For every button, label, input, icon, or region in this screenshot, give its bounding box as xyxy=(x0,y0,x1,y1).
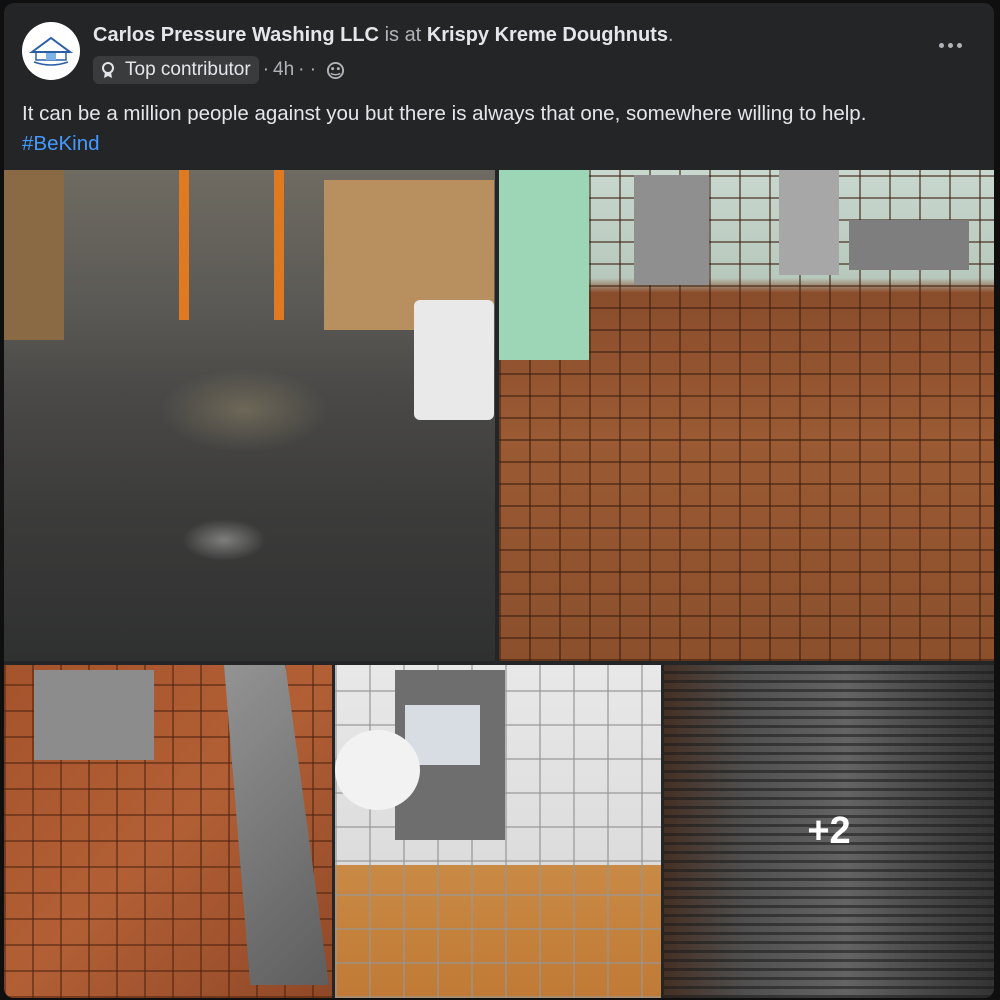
post-meta: Top contributor · 4h · · xyxy=(93,56,345,84)
meta-separator-2: · · xyxy=(298,59,317,80)
post-title-line: Carlos Pressure Washing LLC is at Krispy… xyxy=(93,24,674,47)
post-time[interactable]: 4h xyxy=(273,59,294,81)
post-card: Carlos Pressure Washing LLC is at Krispy… xyxy=(4,3,994,998)
post-header: Carlos Pressure Washing LLC is at Krispy… xyxy=(4,3,994,93)
author-name[interactable]: Carlos Pressure Washing LLC xyxy=(93,24,379,46)
photo-equipment-tile[interactable] xyxy=(4,665,332,998)
globe-icon[interactable] xyxy=(326,61,345,80)
badge-label: Top contributor xyxy=(125,59,251,80)
photo-white-tile-wall[interactable] xyxy=(335,665,661,998)
top-contributor-icon xyxy=(102,62,114,78)
photo-warehouse-floor[interactable] xyxy=(4,170,495,661)
place-name[interactable]: Krispy Kreme Doughnuts xyxy=(427,24,668,46)
hashtag-link[interactable]: #BeKind xyxy=(22,129,982,159)
more-options-icon[interactable] xyxy=(934,33,966,57)
connector-text: is at xyxy=(384,24,422,46)
post-body: It can be a million people against you b… xyxy=(22,102,867,125)
meta-separator: · xyxy=(262,59,270,80)
title-period: . xyxy=(667,24,674,46)
more-photos-overlay[interactable]: +2 xyxy=(664,665,994,998)
top-contributor-badge[interactable]: Top contributor xyxy=(93,56,259,84)
photo-kitchen-tile-floor[interactable] xyxy=(499,170,994,661)
company-logo xyxy=(28,36,74,66)
author-avatar[interactable] xyxy=(22,22,80,80)
photo-conveyor-more[interactable]: +2 xyxy=(664,665,994,998)
post-text: It can be a million people against you b… xyxy=(22,99,982,159)
